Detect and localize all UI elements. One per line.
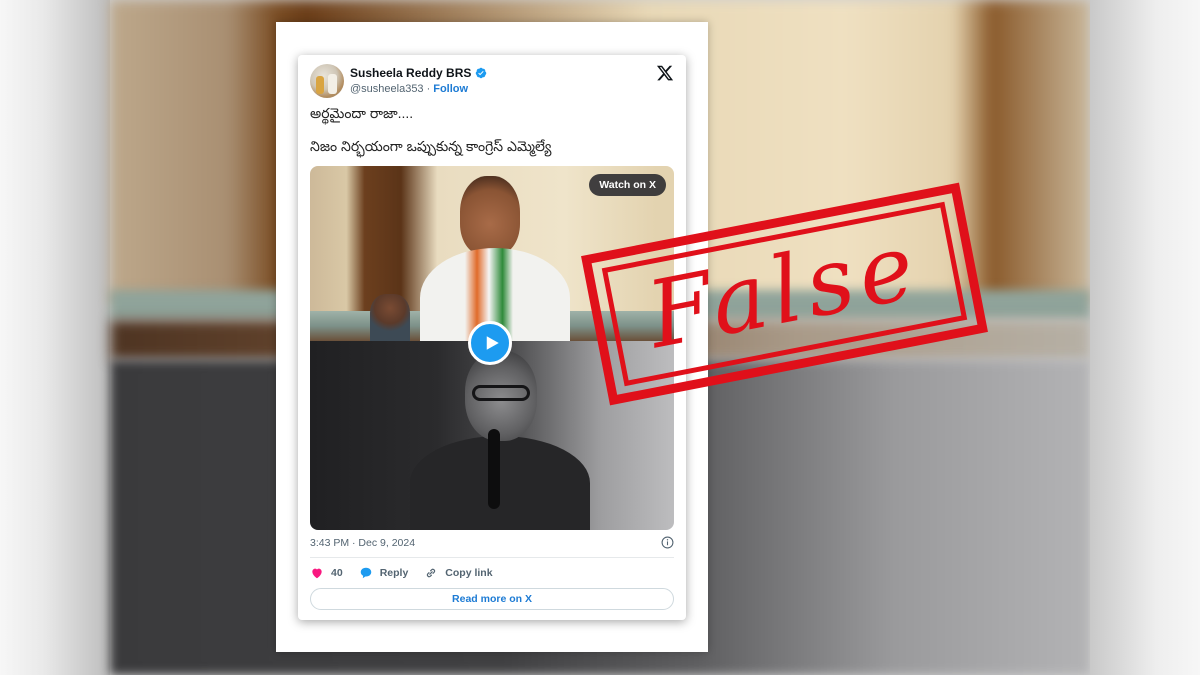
author-handle[interactable]: @susheela353 bbox=[350, 83, 424, 95]
tweet-text-line-2: నిజం నిర్భయంగా ఒప్పుకున్న కాంగ్రెస్ ఎమ్మ… bbox=[310, 138, 552, 154]
reply-bubble-icon bbox=[360, 567, 371, 579]
info-icon[interactable] bbox=[661, 536, 674, 549]
tweet-timestamp[interactable]: 3:43 PM · Dec 9, 2024 bbox=[310, 537, 415, 549]
author-name[interactable]: Susheela Reddy BRS bbox=[350, 66, 471, 80]
like-button[interactable]: 40 bbox=[310, 566, 343, 580]
heart-icon bbox=[312, 568, 322, 579]
copy-link-button[interactable]: Copy link bbox=[424, 566, 493, 580]
background-edge-right bbox=[1090, 0, 1200, 675]
read-more-button[interactable]: Read more on X bbox=[310, 588, 674, 610]
tweet-text-line-1: అర్థమైందా రాజా.... bbox=[310, 105, 414, 121]
copy-link-label: Copy link bbox=[445, 567, 493, 579]
separator-dot: · bbox=[426, 83, 431, 95]
verified-badge-icon bbox=[476, 67, 487, 79]
reply-label: Reply bbox=[379, 567, 409, 579]
like-count: 40 bbox=[331, 567, 343, 579]
tweet-actions: 40 Reply Copy link bbox=[310, 565, 509, 581]
follow-button[interactable]: Follow bbox=[433, 83, 468, 95]
x-logo-icon[interactable] bbox=[656, 64, 674, 82]
play-button[interactable] bbox=[468, 321, 512, 365]
handle-row: @susheela353 · Follow bbox=[350, 83, 468, 95]
play-icon bbox=[486, 336, 499, 350]
tweet-header: Susheela Reddy BRS @susheela353 · Follow bbox=[310, 64, 674, 98]
divider bbox=[310, 557, 674, 558]
link-icon bbox=[427, 568, 436, 578]
background-edge-left bbox=[0, 0, 110, 675]
watch-on-x-button[interactable]: Watch on X bbox=[589, 174, 666, 196]
reply-button[interactable]: Reply bbox=[359, 566, 409, 580]
author-row: Susheela Reddy BRS bbox=[350, 66, 487, 80]
avatar[interactable] bbox=[310, 64, 344, 98]
